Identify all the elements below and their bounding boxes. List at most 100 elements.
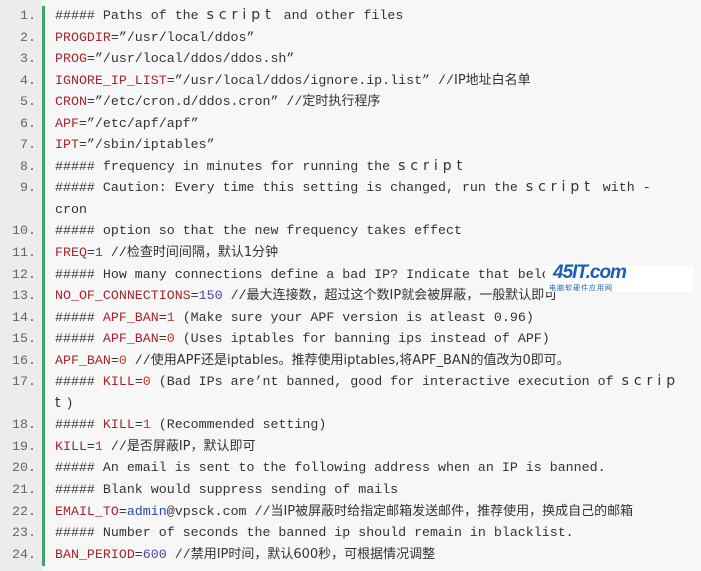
- number-literal: 1: [94, 245, 103, 261]
- variable-name: APF_BAN: [102, 331, 159, 347]
- chinese-comment: 定时执行程序: [302, 94, 381, 110]
- code-token: ): [65, 395, 74, 411]
- code-line: 11. FREQ=1 //检查时间间隔，默认1分钟: [0, 242, 701, 264]
- code-line: 9. ##### Caution: Every time this setting…: [0, 177, 701, 199]
- number-literal: 0: [118, 352, 127, 368]
- watermark-mark: 45IT.com: [553, 262, 627, 283]
- watermark-logo: 45IT.com 电脑软硬件应用网: [545, 262, 693, 292]
- keyword-script: scrip: [621, 373, 681, 390]
- variable-name: BAN_PERIOD: [55, 546, 135, 562]
- keyword-script: script: [398, 157, 468, 174]
- line-number: 21.: [12, 482, 36, 498]
- code-line: 1. ##### Paths of the script and other fi…: [0, 5, 701, 27]
- line-number: 9.: [20, 180, 36, 196]
- code-line: 15. ##### APF_BAN=0 (Uses iptables for ba…: [0, 328, 701, 350]
- variable-name: KILL: [55, 438, 87, 454]
- code-token: ##### Blank would suppress sending of ma…: [55, 482, 399, 498]
- line-number: 24.: [12, 546, 36, 562]
- code-token: =: [110, 352, 119, 368]
- code-token: ##### How many connections define a bad …: [55, 266, 566, 282]
- line-number: 13.: [12, 288, 36, 304]
- code-line: 8. ##### frequency in minutes for running…: [0, 156, 701, 178]
- code-line: 24. BAN_PERIOD=600 //禁用IP时间，默认600秒，可根据情况调…: [0, 544, 701, 566]
- code-token: #####: [55, 417, 103, 433]
- code-line: 20. ##### An email is sent to the followi…: [0, 457, 701, 479]
- code-text: ##### APF_BAN=1 (Make sure your APF vers…: [55, 307, 534, 329]
- number-literal: 1: [94, 438, 103, 454]
- watermark-subtitle: 电脑软硬件应用网: [549, 284, 613, 292]
- code-token: (Uses iptables for banning ips instead o…: [174, 331, 550, 347]
- code-line: 6. APF=”/etc/apf/apf”: [0, 113, 701, 135]
- code-text: ##### Blank would suppress sending of ma…: [55, 479, 398, 501]
- variable-name: APF_BAN: [102, 309, 159, 325]
- code-token: =”/usr/local/ddos/ignore.ip.list” //: [166, 72, 454, 88]
- code-text: t): [55, 393, 73, 415]
- code-text: ##### KILL=0 (Bad IPs are’nt banned, goo…: [55, 371, 680, 393]
- code-token: =: [86, 245, 95, 261]
- code-text: PROG=”/usr/local/ddos/ddos.sh”: [55, 48, 294, 70]
- code-token: cron: [55, 201, 87, 217]
- line-number: 6.: [20, 115, 36, 131]
- code-text: ##### How many connections define a bad …: [55, 264, 566, 286]
- chinese-comment: 最大连接数，超过这个数IP就会被屏蔽，一般默认即可: [246, 288, 558, 304]
- code-text: NO_OF_CONNECTIONS=150 //最大连接数，超过这个数IP就会被…: [55, 285, 557, 307]
- code-text: KILL=1 //是否屏蔽IP，默认即可: [55, 436, 256, 458]
- code-token: (Bad IPs are’nt banned, good for interac…: [150, 374, 622, 390]
- code-token: =: [134, 546, 143, 562]
- code-token: ##### option so that the new frequency t…: [55, 223, 462, 239]
- variable-name: PROG: [55, 51, 87, 67]
- code-token: //: [126, 352, 151, 368]
- code-line: 2. PROGDIR=”/usr/local/ddos”: [0, 27, 701, 49]
- code-text: APF=”/etc/apf/apf”: [55, 113, 199, 135]
- code-text: CRON=”/etc/cron.d/ddos.cron” //定时执行程序: [55, 91, 380, 113]
- code-token: ##### An email is sent to the following …: [55, 460, 606, 476]
- code-token: (Recommended setting): [150, 417, 327, 433]
- line-number: 12.: [12, 266, 36, 282]
- line-number: 14.: [12, 309, 36, 325]
- variable-name: IGNORE_IP_LIST: [55, 72, 167, 88]
- code-line: 16. APF_BAN=0 //使用APF还是iptables。推荐使用iptab…: [0, 350, 701, 372]
- line-number: 16.: [12, 352, 36, 368]
- code-line-continuation: cron: [0, 199, 701, 221]
- code-text: FREQ=1 //检查时间间隔，默认1分钟: [55, 242, 278, 264]
- variable-name: APF_BAN: [55, 352, 111, 368]
- code-token: #####: [55, 331, 103, 347]
- line-number: 18.: [12, 417, 36, 433]
- email-user: admin: [126, 503, 167, 519]
- code-text: IGNORE_IP_LIST=”/usr/local/ddos/ignore.i…: [55, 70, 531, 92]
- code-token: ##### Number of seconds the banned ip sh…: [55, 525, 574, 541]
- code-text: ##### An email is sent to the following …: [55, 457, 606, 479]
- line-number: 23.: [12, 525, 36, 541]
- code-line: 22. EMAIL_TO=admin@vpsck.com //当IP被屏蔽时给指定…: [0, 501, 701, 523]
- variable-name: FREQ: [55, 245, 87, 261]
- keyword-script: script: [206, 7, 276, 23]
- code-token: and other files: [275, 8, 404, 23]
- code-line: 14. ##### APF_BAN=1 (Make sure your APF v…: [0, 307, 701, 329]
- line-number: 8.: [20, 158, 36, 174]
- code-text: IPT=”/sbin/iptables”: [55, 134, 215, 156]
- code-token: ##### Paths of the: [55, 8, 207, 23]
- code-token: //: [222, 288, 247, 304]
- keyword-script: script: [525, 179, 595, 196]
- line-number: 5.: [20, 94, 36, 110]
- code-token: =”/usr/local/ddos/ddos.sh”: [86, 51, 295, 67]
- variable-name: KILL: [102, 374, 135, 390]
- code-text: ##### Number of seconds the banned ip sh…: [55, 522, 574, 544]
- code-text: ##### APF_BAN=0 (Uses iptables for banni…: [55, 328, 550, 350]
- code-token: ##### frequency in minutes for running t…: [55, 158, 399, 174]
- code-token: @vpsck.com //: [166, 503, 271, 519]
- code-text: ##### frequency in minutes for running t…: [55, 156, 467, 178]
- code-token: =: [118, 503, 127, 519]
- code-token: //: [166, 546, 191, 562]
- chinese-comment: IP地址白名单: [453, 72, 531, 88]
- line-number: 15.: [12, 331, 36, 347]
- code-line-continuation: t): [0, 393, 701, 415]
- variable-name: KILL: [102, 417, 135, 433]
- chinese-comment: 是否屏蔽IP，默认即可: [126, 438, 256, 454]
- number-literal: 600: [142, 546, 167, 562]
- line-number: 17.: [12, 374, 36, 390]
- variable-name: NO_OF_CONNECTIONS: [55, 288, 191, 304]
- code-token: =”/etc/apf/apf”: [78, 115, 199, 131]
- line-number: 10.: [12, 223, 36, 239]
- code-text: ##### Paths of the script and other file…: [55, 5, 403, 27]
